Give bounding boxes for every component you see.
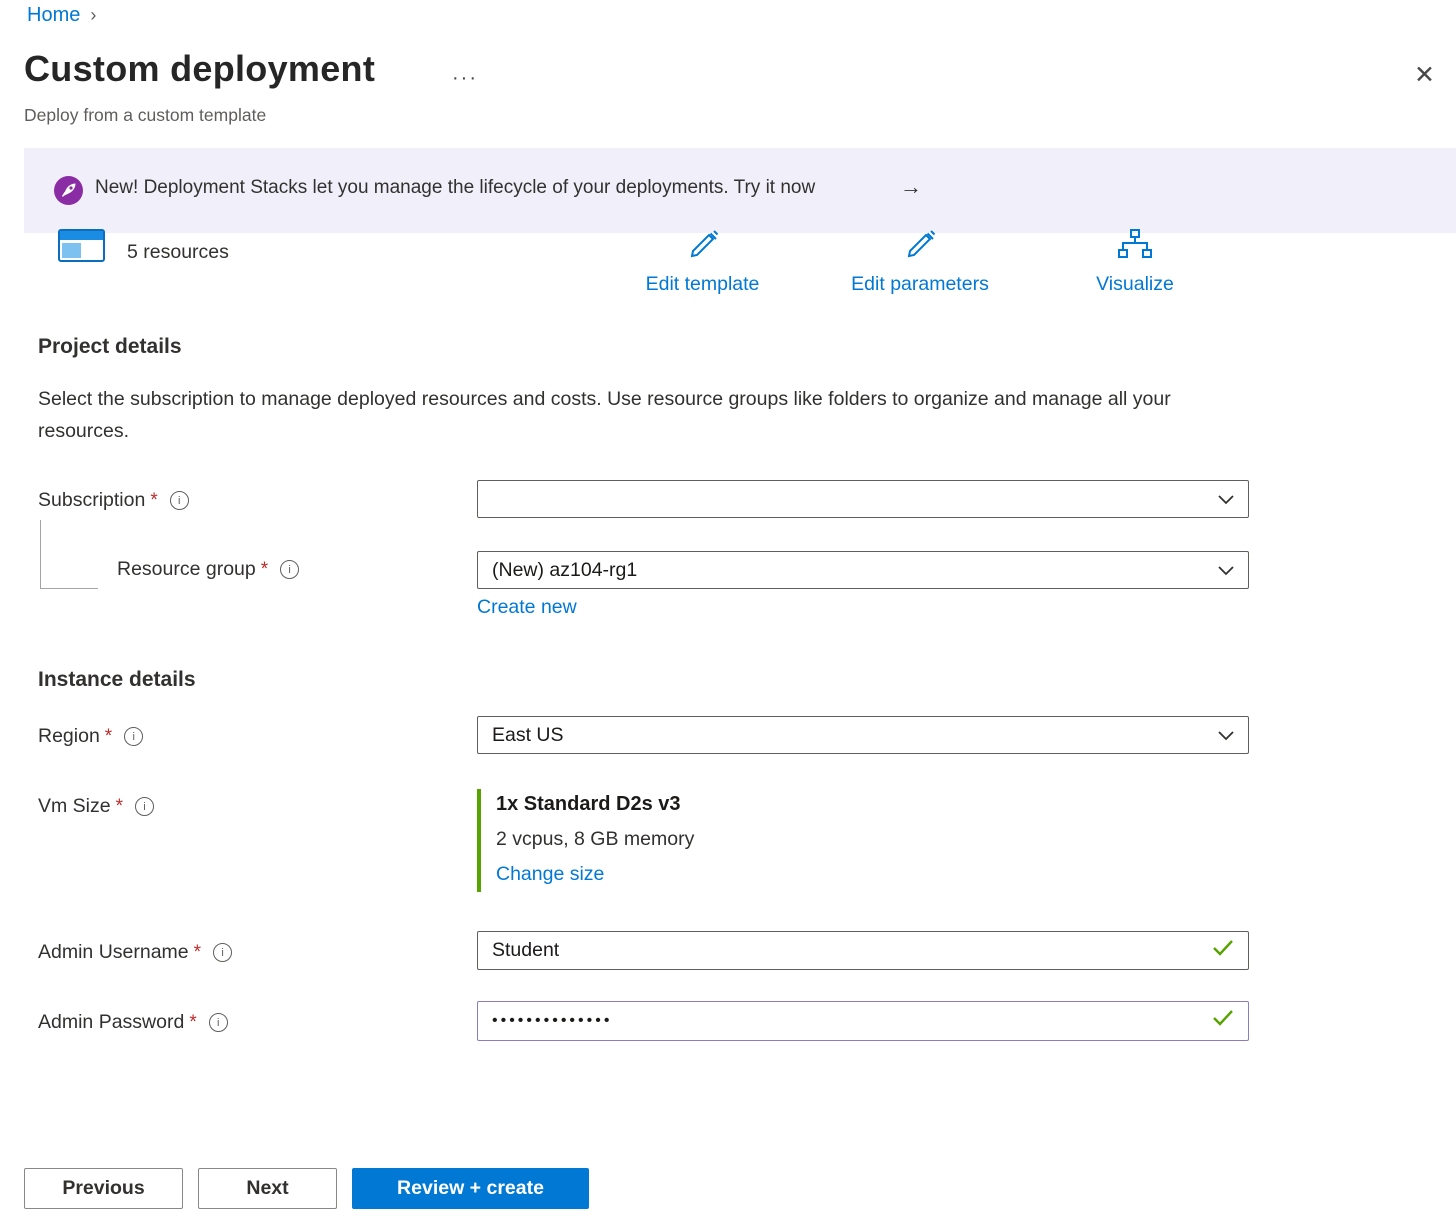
edit-parameters-button[interactable]: Edit parameters	[835, 228, 1005, 296]
required-asterisk: *	[194, 942, 201, 964]
admin-username-value: Student	[492, 939, 559, 962]
pencil-icon	[903, 228, 937, 273]
valid-check-icon	[1212, 1009, 1234, 1033]
visualize-label: Visualize	[1096, 273, 1174, 296]
review-create-button[interactable]: Review + create	[352, 1168, 589, 1209]
chevron-down-icon	[1218, 488, 1234, 511]
admin-password-input[interactable]: ••••••••••••••	[477, 1001, 1249, 1041]
page-subtitle: Deploy from a custom template	[24, 105, 266, 126]
vm-size-specs: 2 vcpus, 8 GB memory	[496, 828, 694, 851]
edit-template-button[interactable]: Edit template	[630, 228, 775, 296]
required-asterisk: *	[150, 490, 157, 512]
visualize-button[interactable]: Visualize	[1085, 228, 1185, 296]
breadcrumb-home-link[interactable]: Home	[27, 4, 80, 27]
arrow-right-icon: →	[900, 174, 922, 200]
change-size-link[interactable]: Change size	[496, 863, 694, 886]
region-label-row: Region * i	[38, 725, 143, 748]
banner-message: New! Deployment Stacks let you manage th…	[95, 177, 815, 199]
admin-password-label: Admin Password	[38, 1011, 184, 1034]
admin-password-value: ••••••••••••••	[492, 1012, 612, 1030]
instance-details-heading: Instance details	[38, 668, 196, 692]
close-icon[interactable]: ✕	[1414, 63, 1435, 88]
subscription-label-row: Subscription * i	[38, 489, 189, 512]
admin-password-label-row: Admin Password * i	[38, 1011, 228, 1034]
more-options-icon[interactable]: ···	[452, 67, 478, 90]
chevron-down-icon	[1218, 559, 1234, 582]
edit-parameters-label: Edit parameters	[851, 273, 989, 296]
subscription-select[interactable]	[477, 480, 1249, 518]
admin-username-label-row: Admin Username * i	[38, 941, 232, 964]
vm-size-label: Vm Size	[38, 795, 111, 818]
breadcrumb: Home ›	[27, 4, 96, 27]
required-asterisk: *	[261, 559, 268, 581]
required-asterisk: *	[116, 796, 123, 818]
edit-template-label: Edit template	[646, 273, 760, 296]
create-new-link[interactable]: Create new	[477, 596, 577, 619]
vm-size-label-row: Vm Size * i	[38, 795, 154, 818]
info-icon[interactable]: i	[170, 491, 189, 510]
region-label: Region	[38, 725, 100, 748]
org-chart-icon	[1117, 228, 1153, 273]
rocket-icon	[54, 176, 83, 210]
subscription-label: Subscription	[38, 489, 145, 512]
vm-size-summary: 1x Standard D2s v3 2 vcpus, 8 GB memory …	[477, 789, 694, 892]
region-select[interactable]: East US	[477, 716, 1249, 754]
info-icon[interactable]: i	[209, 1013, 228, 1032]
next-button[interactable]: Next	[198, 1168, 337, 1209]
info-icon[interactable]: i	[213, 943, 232, 962]
info-icon[interactable]: i	[124, 727, 143, 746]
deployment-stacks-banner[interactable]: New! Deployment Stacks let you manage th…	[24, 148, 1456, 233]
resource-group-label: Resource group	[117, 558, 256, 581]
chevron-down-icon	[1218, 724, 1234, 747]
chevron-right-icon: ›	[90, 5, 96, 26]
page-title: Custom deployment	[24, 48, 375, 90]
template-resources-icon	[58, 229, 106, 272]
info-icon[interactable]: i	[280, 560, 299, 579]
valid-check-icon	[1212, 939, 1234, 963]
required-asterisk: *	[105, 726, 112, 748]
info-icon[interactable]: i	[135, 797, 154, 816]
resource-group-label-row: Resource group * i	[117, 558, 299, 581]
resources-count-label: 5 resources	[127, 241, 229, 264]
pencil-icon	[686, 228, 720, 273]
resource-group-select[interactable]: (New) az104-rg1	[477, 551, 1249, 589]
admin-username-input[interactable]: Student	[477, 931, 1249, 970]
resource-group-value: (New) az104-rg1	[492, 559, 637, 582]
region-value: East US	[492, 724, 564, 747]
project-details-heading: Project details	[38, 335, 182, 359]
vm-size-name: 1x Standard D2s v3	[496, 793, 694, 816]
required-asterisk: *	[189, 1012, 196, 1034]
resource-group-connector-line	[40, 520, 98, 589]
previous-button[interactable]: Previous	[24, 1168, 183, 1209]
admin-username-label: Admin Username	[38, 941, 189, 964]
project-details-description: Select the subscription to manage deploy…	[38, 383, 1188, 447]
